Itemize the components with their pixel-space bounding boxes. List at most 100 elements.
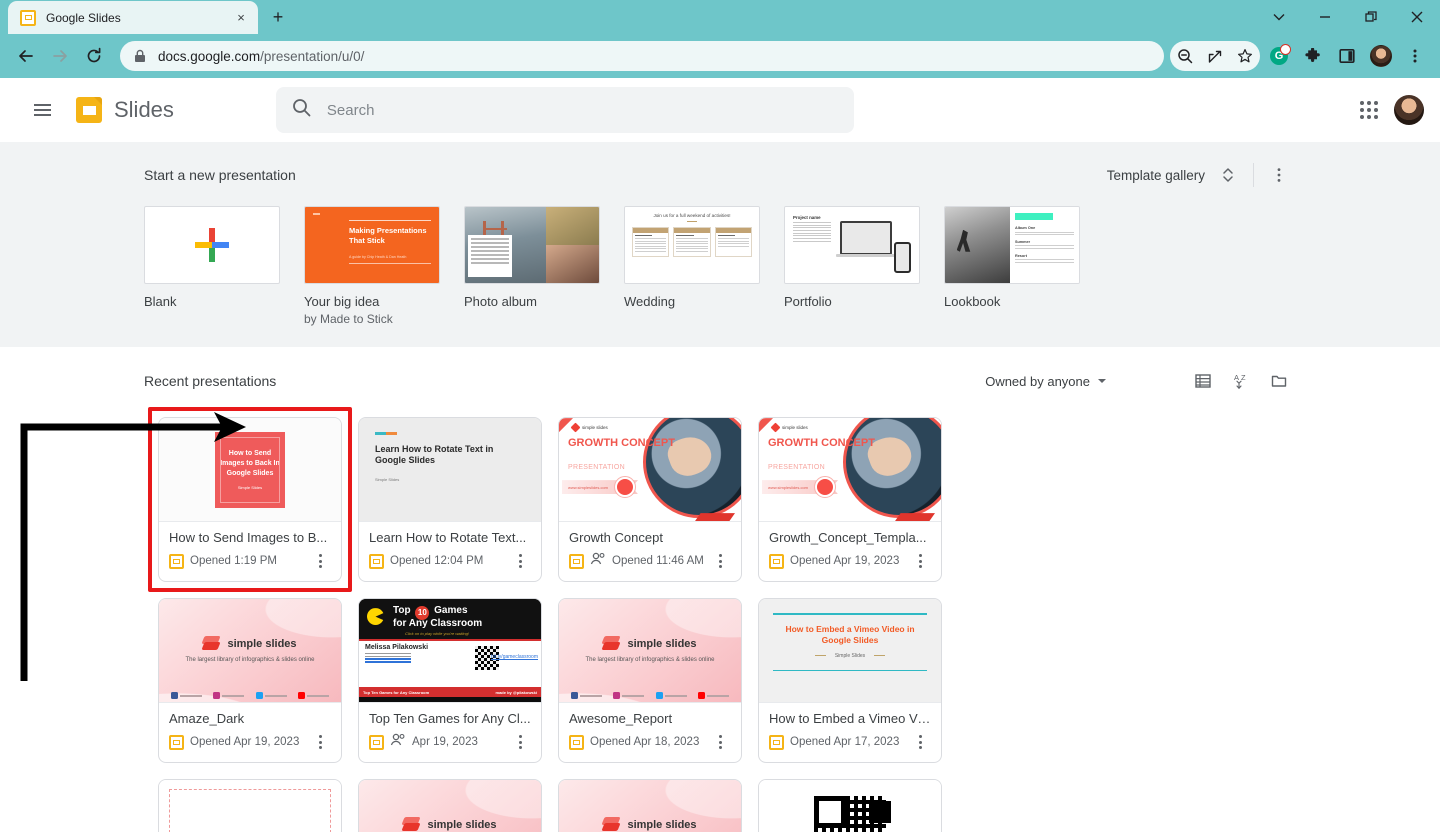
card-more-options-icon[interactable] [309, 550, 331, 572]
template-thumbnail[interactable]: Project name [784, 206, 920, 284]
card-title: Awesome_Report [569, 711, 731, 726]
shared-people-icon [390, 733, 406, 751]
card-thumbnail[interactable]: Learn How to Rotate Text in Google Slide… [359, 418, 541, 522]
grammarly-extension-icon[interactable]: G [1264, 41, 1294, 71]
extensions-puzzle-icon[interactable] [1298, 41, 1328, 71]
template-card-portfolio[interactable]: Project name Portfolio [784, 206, 920, 327]
card-more-options-icon[interactable] [909, 550, 931, 572]
thumb-subtitle: PRESENTATION [568, 464, 625, 471]
template-card-wedding[interactable]: Join us for a full weekend of activities… [624, 206, 760, 327]
card-more-options-icon[interactable] [909, 731, 931, 753]
browser-chrome: Google Slides × + [0, 0, 1440, 78]
tab-search-icon[interactable] [1256, 0, 1302, 34]
card-wrap: simple slides GROWTH CONCEPT PRESENTATIO… [758, 417, 942, 582]
card-thumbnail[interactable]: simple slides The largest library of inf… [559, 780, 741, 832]
presentation-card[interactable]: simple slides The largest library of inf… [558, 779, 742, 832]
presentation-card[interactable]: How to Send Images to Back In Google Sli… [158, 417, 342, 582]
account-avatar[interactable] [1394, 95, 1424, 125]
browser-tab[interactable]: Google Slides × [8, 1, 258, 34]
thumb-title: simple slides [627, 638, 696, 650]
card-date: Opened Apr 19, 2023 [790, 555, 899, 567]
card-more-options-icon[interactable] [710, 550, 731, 572]
card-thumbnail[interactable]: simple slides The largest library of inf… [159, 599, 341, 703]
card-more-options-icon[interactable] [509, 550, 531, 572]
template-card-blank[interactable]: Blank [144, 206, 280, 327]
card-thumbnail[interactable] [159, 780, 341, 832]
card-thumbnail[interactable]: simple slides The largest library of inf… [559, 599, 741, 703]
reload-icon[interactable] [78, 40, 110, 72]
chevron-down-icon [1098, 379, 1106, 383]
presentation-card[interactable]: Untitled presentation [158, 779, 342, 832]
main-menu-icon[interactable] [22, 90, 62, 130]
thumb-subtitle: Simple Slides [835, 653, 865, 659]
close-tab-icon[interactable]: × [232, 9, 250, 27]
thumb-title: GROWTH CONCEPT [768, 438, 875, 450]
template-card-lookbook[interactable]: Album One Summer Resort Lookbook [944, 206, 1080, 327]
card-thumbnail[interactable] [759, 780, 941, 832]
presentation-card[interactable]: simple slides The largest library of inf… [558, 598, 742, 763]
thumb-title: simple slides [427, 819, 496, 831]
template-thumbnail[interactable]: Making Presentations That Stick A guide … [304, 206, 440, 284]
template-name: Lookbook [944, 294, 1080, 311]
side-panel-icon[interactable] [1332, 41, 1362, 71]
template-card-your-big-idea[interactable]: Making Presentations That Stick A guide … [304, 206, 440, 327]
thumb-title: How to Send Images to Back In Google Sli… [218, 449, 282, 479]
search-input[interactable] [327, 102, 838, 119]
google-slides-logo-icon [76, 97, 102, 123]
card-more-options-icon[interactable] [709, 731, 731, 753]
presentation-card[interactable]: simple slides The largest library of inf… [358, 779, 542, 832]
template-thumb-title: Project name [793, 215, 831, 220]
presentation-card[interactable]: simple slides GROWTH CONCEPT PRESENTATIO… [758, 417, 942, 582]
profile-avatar[interactable] [1366, 41, 1396, 71]
chrome-menu-icon[interactable] [1400, 41, 1430, 71]
template-thumbnail[interactable]: Album One Summer Resort [944, 206, 1080, 284]
card-more-options-icon[interactable] [309, 731, 331, 753]
presentation-card[interactable]: Top 10 Games for Any Classroom Click on … [358, 598, 542, 763]
thumb-subtitle: The largest library of infographics & sl… [585, 656, 714, 665]
slides-file-icon [569, 735, 584, 750]
bookmark-star-icon[interactable] [1230, 41, 1260, 71]
card-more-options-icon[interactable] [509, 731, 531, 753]
template-gallery-link[interactable]: Template gallery [1107, 168, 1205, 183]
templates-header: Start a new presentation Template galler… [144, 158, 1296, 192]
slides-file-icon [169, 554, 184, 569]
zoom-out-icon[interactable] [1170, 41, 1200, 71]
card-thumbnail[interactable]: Top 10 Games for Any Classroom Click on … [359, 599, 541, 703]
new-tab-button[interactable]: + [264, 3, 292, 31]
template-thumbnail[interactable] [144, 206, 280, 284]
presentation-card[interactable]: Learn How to Rotate Text in Google Slide… [358, 417, 542, 582]
template-thumbnail[interactable]: Join us for a full weekend of activities… [624, 206, 760, 284]
highlight-box: How to Send Images to Back In Google Sli… [158, 417, 342, 582]
recent-section: Recent presentations Owned by anyone AZ [0, 347, 1440, 832]
close-window-icon[interactable] [1394, 0, 1440, 34]
ownership-filter-dropdown[interactable]: Owned by anyone [977, 368, 1114, 395]
card-thumbnail[interactable]: How to Embed a Vimeo Video in Google Sli… [759, 599, 941, 703]
template-card-photo-album[interactable]: Photo album [464, 206, 600, 327]
presentation-card[interactable]: QR code samples [758, 779, 942, 832]
card-date: Opened Apr 19, 2023 [190, 736, 299, 748]
card-thumbnail[interactable]: simple slides GROWTH CONCEPT PRESENTATIO… [759, 418, 941, 522]
sort-az-icon[interactable]: AZ [1224, 364, 1258, 398]
search-bar[interactable] [276, 87, 854, 133]
address-bar[interactable]: docs.google.com/presentation/u/0/ [120, 41, 1164, 71]
list-view-icon[interactable] [1186, 364, 1220, 398]
card-thumbnail[interactable]: simple slides GROWTH CONCEPT PRESENTATIO… [559, 418, 741, 522]
presentation-card[interactable]: simple slides GROWTH CONCEPT PRESENTATIO… [558, 417, 742, 582]
templates-more-options-icon[interactable] [1262, 158, 1296, 192]
header-right-actions [1360, 95, 1424, 125]
presentation-card[interactable]: simple slides The largest library of inf… [158, 598, 342, 763]
back-icon[interactable] [10, 40, 42, 72]
card-thumbnail[interactable]: How to Send Images to Back In Google Sli… [159, 418, 341, 522]
card-date: Opened 12:04 PM [390, 555, 483, 567]
app-brand-title: Slides [114, 97, 174, 123]
forward-icon[interactable] [44, 40, 76, 72]
folder-picker-icon[interactable] [1262, 364, 1296, 398]
toggle-templates-icon[interactable] [1211, 158, 1245, 192]
google-apps-grid-icon[interactable] [1360, 101, 1378, 119]
restore-icon[interactable] [1348, 0, 1394, 34]
template-thumbnail[interactable] [464, 206, 600, 284]
share-icon[interactable] [1200, 41, 1230, 71]
minimize-icon[interactable] [1302, 0, 1348, 34]
presentation-card[interactable]: How to Embed a Vimeo Video in Google Sli… [758, 598, 942, 763]
card-thumbnail[interactable]: simple slides The largest library of inf… [359, 780, 541, 832]
